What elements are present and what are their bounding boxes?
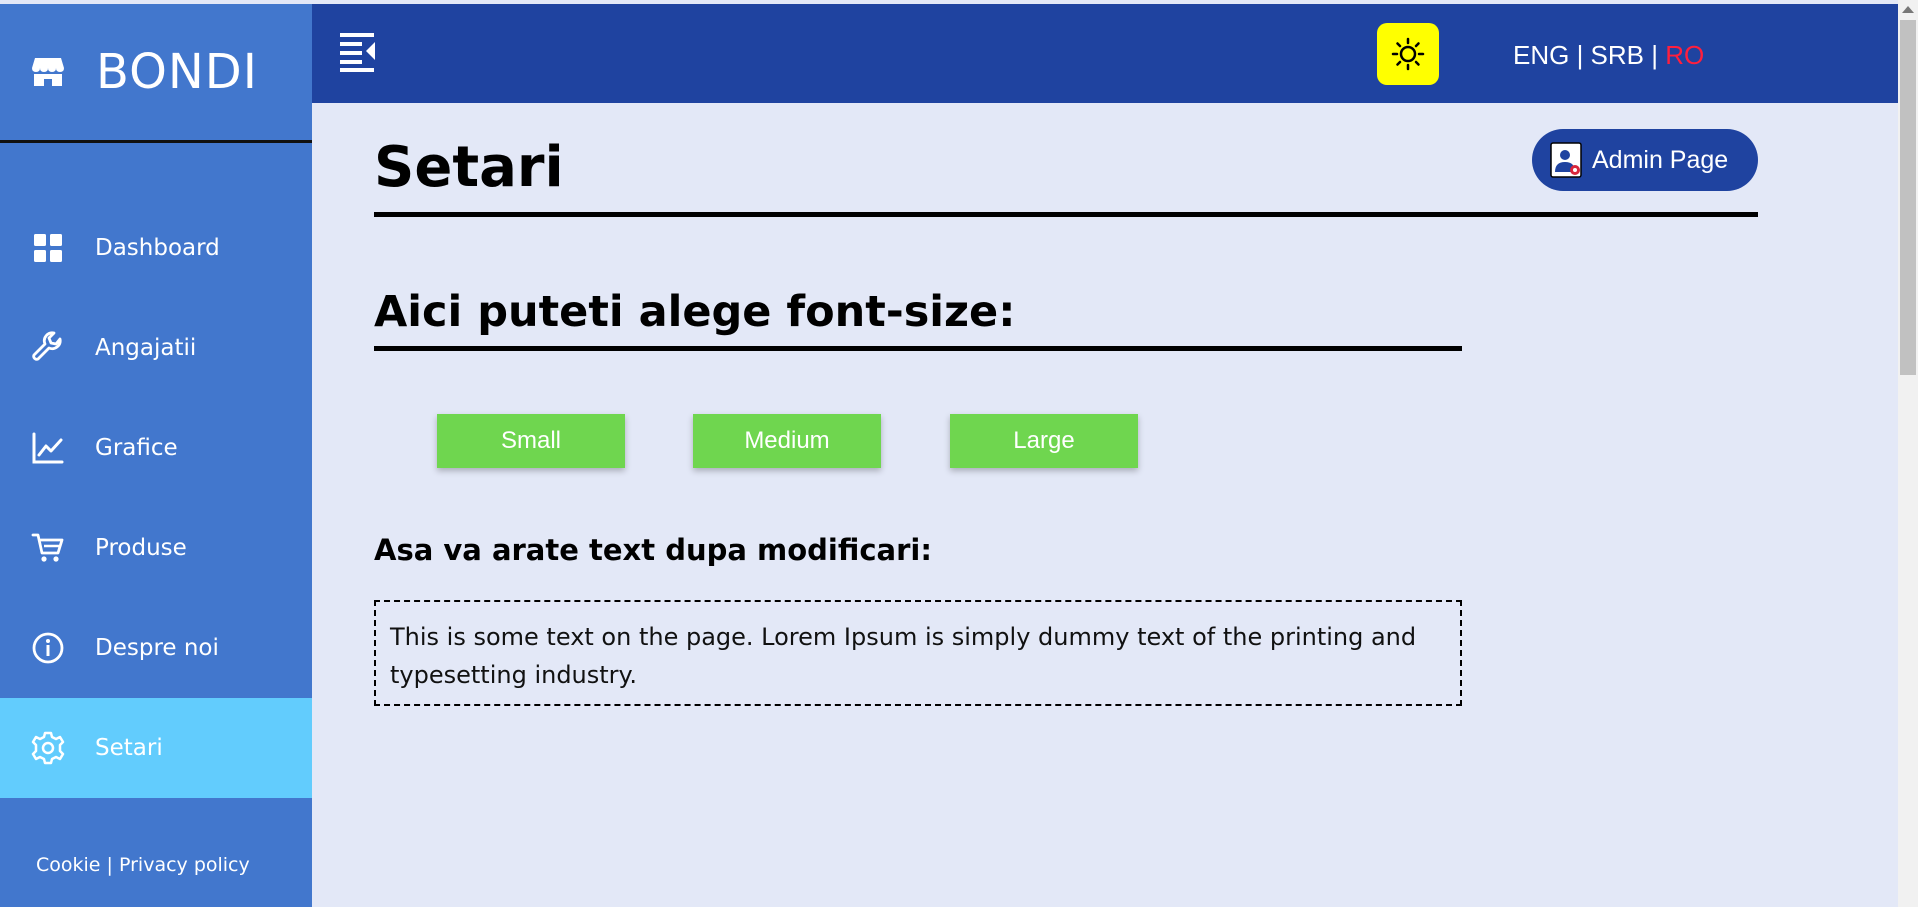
footer-separator: |: [100, 854, 119, 876]
sidebar-item-label: Dashboard: [95, 235, 220, 261]
font-size-section-title: Aici puteti alege font-size:: [374, 287, 1016, 337]
scroll-up-arrow-icon[interactable]: [1902, 6, 1914, 13]
sidebar-item-dashboard[interactable]: Dashboard: [0, 198, 312, 298]
privacy-policy-link[interactable]: Privacy policy: [119, 854, 250, 876]
sidebar-item-setari[interactable]: Setari: [0, 698, 312, 798]
sidebar-item-produse[interactable]: Produse: [0, 498, 312, 598]
sidebar-item-label: Grafice: [95, 435, 178, 461]
chart-line-icon: [32, 432, 64, 464]
brand-name: BONDI: [96, 44, 258, 100]
sidebar-footer: Cookie | Privacy policy: [36, 854, 250, 876]
admin-user-icon: [1550, 142, 1582, 178]
settings-content: Setari Admin Page Aici puteti alege font…: [312, 103, 1898, 907]
sun-icon: [1391, 37, 1425, 71]
language-eng[interactable]: ENG: [1513, 40, 1569, 70]
store-icon: [32, 58, 64, 86]
dashboard-icon: [34, 234, 62, 262]
language-srb[interactable]: SRB: [1591, 40, 1644, 70]
vertical-scrollbar[interactable]: [1898, 0, 1918, 907]
sidebar-item-grafice[interactable]: Grafice: [0, 398, 312, 498]
language-separator: |: [1569, 40, 1591, 70]
section-divider: [374, 346, 1462, 351]
theme-toggle-button[interactable]: [1377, 23, 1439, 85]
preview-label: Asa va arate text dupa modificari:: [374, 533, 932, 567]
cart-icon: [31, 533, 64, 562]
admin-page-label: Admin Page: [1592, 145, 1729, 174]
sidebar-item-label: Produse: [95, 535, 187, 561]
sidebar-item-despre-noi[interactable]: Despre noi: [0, 598, 312, 698]
info-icon: [32, 632, 64, 664]
sidebar-item-label: Setari: [95, 735, 163, 761]
wrench-icon: [32, 331, 62, 361]
sidebar-item-angajatii[interactable]: Angajatii: [0, 298, 312, 398]
page-title: Setari: [374, 135, 564, 200]
brand[interactable]: BONDI: [0, 4, 312, 143]
language-ro[interactable]: RO: [1665, 40, 1704, 70]
scrollbar-thumb[interactable]: [1900, 20, 1916, 375]
cookie-link[interactable]: Cookie: [36, 854, 101, 876]
topbar: ENG | SRB | RO: [312, 4, 1898, 103]
language-switcher: ENG | SRB | RO: [1513, 40, 1704, 71]
font-size-medium-button[interactable]: Medium: [693, 414, 881, 468]
gear-icon: [31, 731, 65, 765]
admin-page-button[interactable]: Admin Page: [1532, 129, 1758, 191]
preview-text-box: This is some text on the page. Lorem Ips…: [374, 600, 1462, 706]
menu-collapse-icon[interactable]: [338, 30, 378, 72]
font-size-large-button[interactable]: Large: [950, 414, 1138, 468]
font-size-small-button[interactable]: Small: [437, 414, 625, 468]
sidebar-item-label: Despre noi: [95, 635, 219, 661]
language-separator: |: [1644, 40, 1666, 70]
sidebar: BONDI Dashboard Angajatii Grafice Produs…: [0, 4, 312, 907]
sidebar-nav: Dashboard Angajatii Grafice Produse Desp…: [0, 198, 312, 798]
sidebar-item-label: Angajatii: [95, 335, 197, 361]
title-divider: [374, 212, 1758, 217]
